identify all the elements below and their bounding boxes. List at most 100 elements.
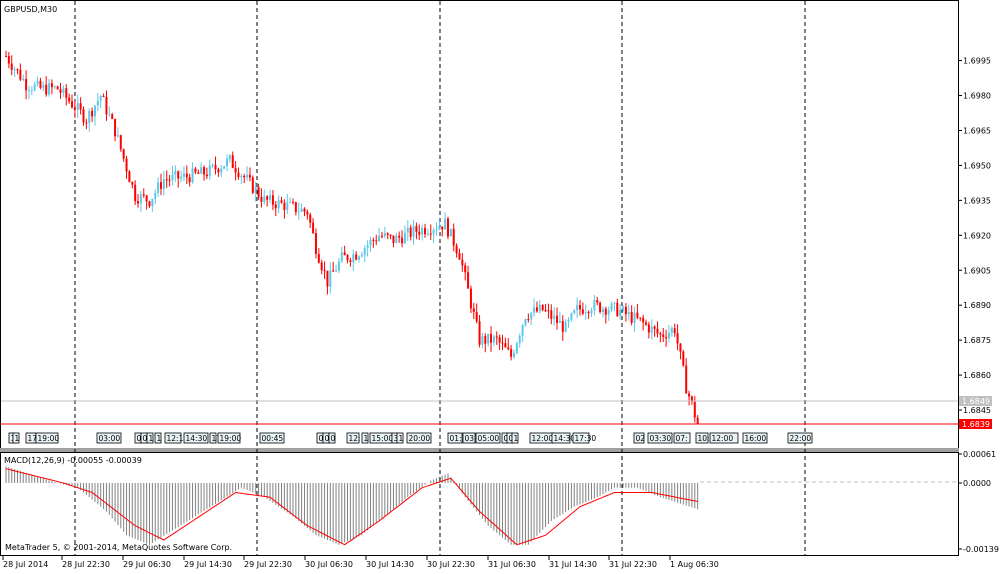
main-chart-area[interactable] bbox=[0, 0, 959, 449]
calendar-event-label: 1 bbox=[399, 434, 404, 443]
calendar-event-label: 1 bbox=[15, 434, 20, 443]
calendar-event[interactable]: 0 bbox=[316, 432, 324, 444]
time-tick-label: 31 Jul 22:30 bbox=[609, 560, 657, 569]
calendar-event-label: 1 bbox=[514, 434, 519, 443]
calendar-event-label: 0 bbox=[331, 434, 336, 443]
calendar-event[interactable]: 14:30 bbox=[551, 432, 576, 444]
calendar-event[interactable]: 12: bbox=[346, 432, 361, 444]
calendar-event-label: 20:00 bbox=[409, 434, 431, 443]
calendar-event[interactable]: 12:00 bbox=[529, 432, 555, 444]
calendar-event[interactable]: 19:00 bbox=[35, 432, 60, 444]
price-tick-label: 1.6980 bbox=[963, 92, 991, 101]
calendar-event[interactable]: 1 bbox=[361, 432, 369, 444]
price-tick-label: 1.6965 bbox=[963, 126, 991, 135]
candle bbox=[599, 301, 602, 314]
calendar-event[interactable]: 03:30 bbox=[647, 432, 673, 444]
calendar-event-label: 19:00 bbox=[220, 434, 242, 443]
calendar-event[interactable]: 1 bbox=[396, 432, 404, 444]
time-tick-label: 1 Aug 06:30 bbox=[670, 560, 719, 569]
price-tick-label: 1.6950 bbox=[963, 161, 991, 170]
calendar-event[interactable]: 0 bbox=[322, 432, 330, 444]
time-tick-label: 31 Jul 06:30 bbox=[488, 560, 536, 569]
calendar-event-label: 05:00 bbox=[478, 434, 500, 443]
time-tick-label: 30 Jul 22:30 bbox=[427, 560, 475, 569]
calendar-event[interactable]: 19:00 bbox=[217, 432, 242, 444]
calendar-event[interactable]: 15:00 bbox=[369, 432, 394, 444]
time-tick-label: 29 Jul 22:30 bbox=[244, 560, 292, 569]
calendar-event[interactable]: 1 bbox=[146, 432, 154, 444]
price-tick-label: 1.6995 bbox=[963, 57, 991, 66]
calendar-event-label: 19:00 bbox=[38, 434, 60, 443]
price-tick-label: 1.6845 bbox=[963, 406, 991, 415]
time-tick-label: 30 Jul 06:30 bbox=[305, 560, 353, 569]
price-axis[interactable]: 1.6995 1.6980 1.6965 1.6950 1.6935 1.6920 1.69… bbox=[958, 57, 991, 415]
calendar-event[interactable]: 07: bbox=[673, 432, 691, 444]
calendar-event[interactable]: 10: bbox=[695, 432, 710, 444]
calendar-event[interactable]: 12:1 bbox=[164, 432, 184, 444]
price-tick-label: 1.6875 bbox=[963, 336, 991, 345]
time-tick-label: 28 Jul 2014 bbox=[3, 560, 48, 569]
macd-tick-label: -0.00139 bbox=[963, 545, 999, 554]
calendar-event-label: 14:30 bbox=[554, 434, 576, 443]
calendar-event-label: 10: bbox=[698, 434, 710, 443]
chart-window[interactable]: 111719:0003:00001112:114:301719:0000:450… bbox=[0, 0, 1000, 574]
price-tick-label: 1.6905 bbox=[963, 266, 991, 275]
calendar-event[interactable]: 17 bbox=[25, 432, 37, 444]
calendar-event[interactable]: 0 bbox=[328, 432, 336, 444]
calendar-event[interactable]: 17:30 bbox=[572, 432, 597, 444]
calendar-event[interactable]: 16:00 bbox=[742, 432, 768, 444]
macd-tick-label: 0.00061 bbox=[963, 450, 996, 459]
time-tick-label: 29 Jul 14:30 bbox=[184, 560, 232, 569]
time-tick-label: 28 Jul 22:30 bbox=[62, 560, 110, 569]
calendar-event[interactable]: 1 bbox=[154, 432, 162, 444]
calendar-event-label: 01: bbox=[450, 434, 462, 443]
svg-text:1.6839: 1.6839 bbox=[962, 420, 990, 429]
calendar-event[interactable]: 0 bbox=[140, 432, 148, 444]
candle bbox=[251, 175, 254, 195]
price-tick-label: 1.6920 bbox=[963, 231, 991, 240]
calendar-event-label: 14:30 bbox=[186, 434, 208, 443]
calendar-event-label: 07: bbox=[676, 434, 688, 443]
candle bbox=[682, 349, 685, 367]
candle bbox=[446, 216, 449, 240]
calendar-event[interactable]: 01: bbox=[447, 432, 463, 444]
calendar-event[interactable]: 0 bbox=[134, 432, 142, 444]
time-tick-label: 31 Jul 14:30 bbox=[549, 560, 597, 569]
time-tick-label: 30 Jul 14:30 bbox=[366, 560, 414, 569]
calendar-event[interactable]: 14:30 bbox=[183, 432, 209, 444]
calendar-event[interactable]: 1 bbox=[12, 432, 20, 444]
calendar-event[interactable]: 00:45 bbox=[259, 432, 285, 444]
window-separator[interactable] bbox=[0, 448, 959, 452]
calendar-event-label: 02 bbox=[636, 434, 646, 443]
price-tick-label: 1.6890 bbox=[963, 301, 991, 310]
calendar-event[interactable]: 12:00 bbox=[709, 432, 739, 444]
calendar-event[interactable]: 1 bbox=[511, 432, 519, 444]
calendar-event[interactable]: 02 bbox=[633, 432, 646, 444]
candle bbox=[449, 228, 452, 237]
price-tick-label: 1.6860 bbox=[963, 371, 991, 380]
time-axis[interactable]: 28 Jul 2014 28 Jul 22:30 29 Jul 06:30 29 Ju… bbox=[2, 556, 719, 569]
calendar-event[interactable]: 22:00 bbox=[787, 432, 813, 444]
calendar-event-label: 12:00 bbox=[532, 434, 554, 443]
calendar-event[interactable]: 05:00 bbox=[475, 432, 501, 444]
time-tick-label: 29 Jul 06:30 bbox=[123, 560, 171, 569]
macd-label: MACD(12,26,9) -0.00055 -0.00039 bbox=[4, 456, 142, 465]
calendar-event-label: 03:00 bbox=[99, 434, 121, 443]
svg-text:1.6849: 1.6849 bbox=[962, 397, 990, 406]
calendar-event-label: 1 bbox=[364, 434, 369, 443]
calendar-event[interactable]: 03 bbox=[462, 432, 476, 444]
calendar-event-label: 15:00 bbox=[372, 434, 394, 443]
calendar-event[interactable]: 20:00 bbox=[406, 432, 432, 444]
macd-axis[interactable]: 0.00061 0.0000 -0.00139 bbox=[958, 450, 999, 554]
ask-price-badge: 1.6849 bbox=[959, 396, 992, 406]
calendar-event-label: 17:30 bbox=[575, 434, 597, 443]
calendar-event-label: 22:00 bbox=[790, 434, 812, 443]
calendar-event-label: 1 bbox=[157, 434, 162, 443]
calendar-event-label: 12:1 bbox=[167, 434, 184, 443]
calendar-event-label: 12: bbox=[349, 434, 361, 443]
symbol-label: GBPUSD,M30 bbox=[4, 5, 57, 14]
calendar-event[interactable]: 03:00 bbox=[96, 432, 122, 444]
macd-tick-label: 0.0000 bbox=[963, 479, 991, 488]
calendar-event-label: 00:45 bbox=[262, 434, 284, 443]
copyright-text: MetaTrader 5, © 2001-2014, MetaQuotes So… bbox=[5, 543, 232, 552]
